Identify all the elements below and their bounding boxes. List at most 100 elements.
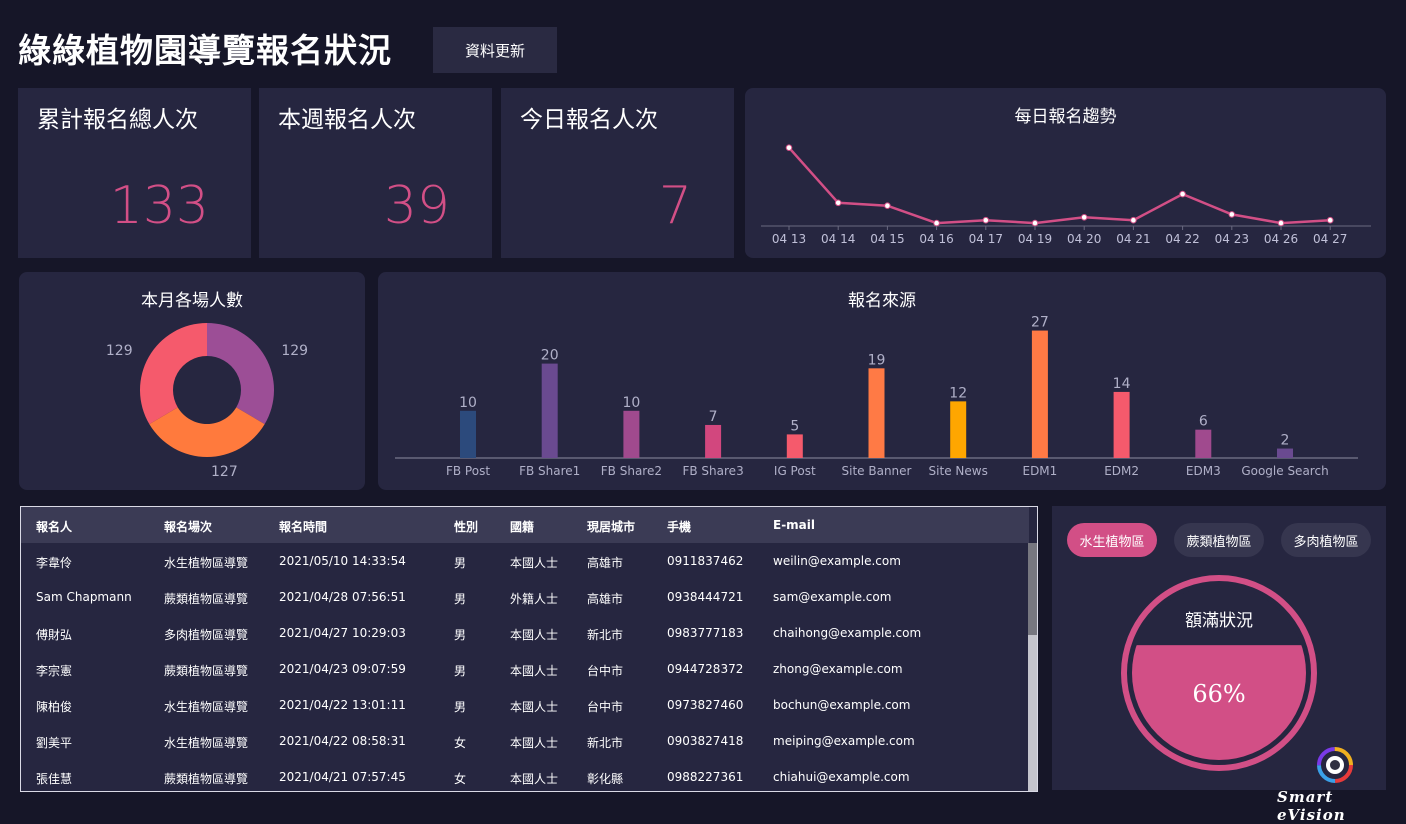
col-header[interactable]: 手機 (667, 518, 691, 535)
donut-slice (149, 407, 265, 457)
table-cell: 李韋伶 (36, 556, 73, 570)
col-header[interactable]: 國籍 (510, 518, 534, 535)
stat-label: 累計報名總人次 (37, 107, 198, 133)
table-cell: 男 (454, 700, 467, 714)
table-cell: 本國人士 (510, 736, 559, 750)
table-cell: 2021/04/22 13:01:11 (279, 698, 406, 712)
table-cell: 台中市 (587, 700, 624, 714)
table-cell: sam@example.com (773, 590, 892, 604)
table-cell: Sam Chapmann (36, 590, 132, 604)
trend-tick-label: 04 16 (919, 232, 953, 246)
bar-category-label: Site Banner (842, 464, 912, 478)
table-cell: 本國人士 (510, 628, 559, 642)
table-row[interactable]: 李宗憲 蕨類植物區導覽 2021/04/23 09:07:59 男 本國人士 台中市 094… (21, 651, 1029, 687)
stat-label: 本週報名人次 (278, 107, 416, 133)
bar-value-label: 19 (868, 352, 886, 368)
quota-percent: 66% (1192, 680, 1245, 708)
col-header[interactable]: 性別 (454, 518, 478, 535)
bar-value-label: 14 (1113, 376, 1131, 392)
stat-card-today: 今日報名人次 7 (501, 88, 734, 258)
table-cell: chiahui@example.com (773, 770, 910, 784)
trend-point (785, 144, 793, 152)
brand-logo-icon (1317, 747, 1353, 783)
donut-slice-label: 127 (211, 464, 238, 480)
trend-point (834, 199, 842, 207)
stat-label: 今日報名人次 (520, 107, 658, 133)
bar-value-label: 6 (1199, 414, 1208, 430)
table-cell: 新北市 (587, 736, 624, 750)
table-cell: 0903827418 (667, 734, 744, 748)
venue-donut-chart: 129 127 129 (106, 323, 308, 480)
stat-card-total: 累計報名總人次 133 (18, 88, 251, 258)
trend-point (884, 202, 891, 209)
table-row[interactable]: Sam Chapmann 蕨類植物區導覽 2021/04/28 07:56:51 男 外… (21, 579, 1029, 615)
table-cell: 2021/04/22 08:58:31 (279, 734, 406, 748)
trend-tick-label: 04 14 (821, 232, 855, 246)
trend-point (982, 216, 990, 224)
stat-value: 39 (383, 176, 450, 236)
stat-card-week: 本週報名人次 39 (259, 88, 492, 258)
table-cell: 蕨類植物區導覽 (164, 664, 249, 678)
col-header[interactable]: E-mail (773, 518, 815, 532)
stat-value: 133 (109, 176, 209, 236)
trend-tick-label: 04 15 (870, 232, 904, 246)
bar-category-label: EDM1 (1022, 464, 1057, 478)
table-cell: zhong@example.com (773, 662, 903, 676)
bar-value-label: 5 (790, 418, 799, 434)
bar-category-label: Google Search (1241, 464, 1328, 478)
table-cell: 高雄市 (587, 556, 624, 570)
table-row[interactable]: 李韋伶 水生植物區導覽 2021/05/10 14:33:54 男 本國人士 高雄市 091… (21, 543, 1029, 579)
table-cell: 外籍人士 (510, 592, 559, 606)
table-cell: 本國人士 (510, 556, 559, 570)
table-cell: 蕨類植物區導覽 (164, 772, 249, 786)
table-cell: 2021/04/27 10:29:03 (279, 626, 406, 640)
source-bar (868, 368, 885, 458)
col-header[interactable]: 報名人 (36, 518, 72, 535)
table-row[interactable]: 劉美平 水生植物區導覽 2021/04/22 08:58:31 女 本國人士 新北市 090… (21, 723, 1029, 759)
bar-value-label: 7 (709, 409, 718, 425)
col-header[interactable]: 現居城市 (587, 518, 635, 535)
table-row[interactable]: 傅財弘 多肉植物區導覽 2021/04/27 10:29:03 男 本國人士 新北市 098… (21, 615, 1029, 651)
trend-point (1179, 190, 1186, 198)
col-header[interactable]: 報名場次 (164, 518, 212, 535)
venue-panel: 本月各場人數 129 127 129 (19, 272, 365, 490)
bar-value-label: 10 (622, 395, 640, 411)
table-row[interactable]: 陳柏俊 水生植物區導覽 2021/04/22 13:01:11 男 本國人士 台中市 097… (21, 687, 1029, 723)
source-bar (950, 401, 967, 458)
table-header: 報名人 報名場次 報名時間 性別 國籍 現居城市 手機 E-mail (21, 507, 1029, 543)
source-bar (541, 363, 558, 458)
trend-point (1130, 216, 1137, 224)
table-cell: 男 (454, 664, 467, 678)
source-panel: 報名來源 10 FB Post 20 FB Share1 10 FB Share2 7 FB … (378, 272, 1386, 490)
donut-slice-label: 129 (106, 343, 133, 359)
table-cell: 多肉植物區導覽 (164, 628, 249, 642)
trend-tick-label: 04 17 (969, 232, 1003, 246)
table-cell: 水生植物區導覽 (164, 556, 249, 570)
registration-table: 報名人 報名場次 報名時間 性別 國籍 現居城市 手機 E-mail 李韋伶 水生… (20, 506, 1038, 792)
table-cell: 李宗憲 (36, 664, 73, 678)
stat-value: 7 (658, 176, 692, 236)
bar-category-label: FB Share1 (519, 464, 580, 478)
table-cell: 傅財弘 (36, 628, 73, 642)
table-row[interactable]: 張佳慧 蕨類植物區導覽 2021/04/21 07:57:45 女 本國人士 彰化縣 098… (21, 759, 1029, 791)
donut-slice (140, 323, 207, 425)
table-cell: 2021/05/10 14:33:54 (279, 554, 406, 568)
trend-point (933, 219, 940, 227)
table-cell: 0938444721 (667, 590, 744, 604)
table-cell: 男 (454, 628, 467, 642)
table-cell: 0911837462 (667, 554, 744, 568)
table-cell: 蕨類植物區導覽 (164, 592, 249, 606)
table-cell: bochun@example.com (773, 698, 911, 712)
refresh-button[interactable]: 資料更新 (433, 27, 557, 73)
table-cell: 女 (454, 736, 467, 750)
bar-value-label: 10 (459, 395, 477, 411)
table-cell: 台中市 (587, 664, 624, 678)
table-cell: 0944728372 (667, 662, 744, 676)
page-title: 綠綠植物園導覽報名狀況 (18, 31, 392, 70)
col-header[interactable]: 報名時間 (279, 518, 327, 535)
table-scrollbar-thumb[interactable] (1028, 543, 1037, 635)
table-cell: 高雄市 (587, 592, 624, 606)
trend-tick-label: 04 13 (772, 232, 806, 246)
table-cell: 2021/04/23 09:07:59 (279, 662, 406, 676)
bar-value-label: 2 (1281, 433, 1290, 449)
